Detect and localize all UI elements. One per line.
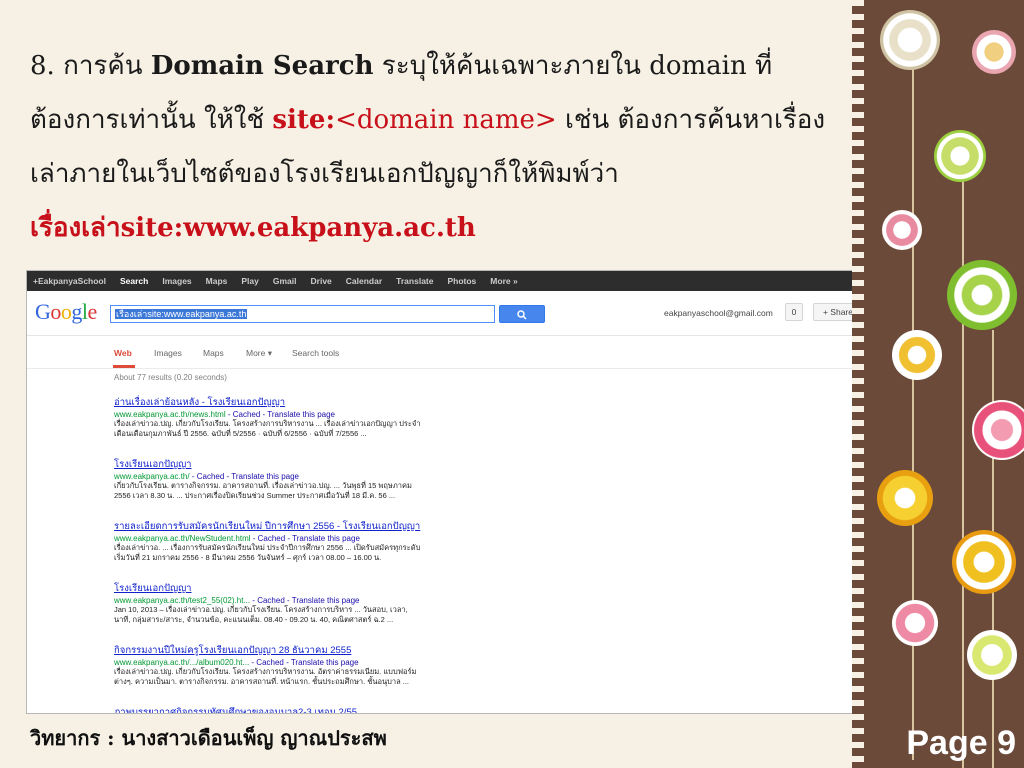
flower-circle [972, 30, 1016, 74]
tab-search-tools[interactable]: Search tools [292, 348, 339, 358]
google-logo[interactable]: Google [35, 299, 97, 325]
search-result: ภาพบรรยากาศกิจกรรมทัศนศึกษาของอนุบาล2-3 … [114, 705, 534, 713]
search-query-text: เรื่องเล่าsite:www.eakpanya.ac.th [115, 309, 248, 319]
flower-stem [912, 60, 914, 760]
result-snippet: เดือนเดือนกุมภาพันธ์ ปี 2556. ฉบับที่ 5/… [114, 429, 367, 439]
site-operator: site: [272, 105, 336, 135]
result-title-link[interactable]: รายละเอียดการรับสมัครนักเรียนใหม่ ปีการศ… [114, 519, 534, 534]
search-result: รายละเอียดการรับสมัครนักเรียนใหม่ ปีการศ… [114, 519, 534, 581]
result-url: www.eakpanya.ac.th/NewStudent.html - Cac… [114, 534, 360, 543]
flower-circle [952, 530, 1016, 594]
result-stats: About 77 results (0.20 seconds) [114, 373, 227, 382]
gbar-item-translate[interactable]: Translate [396, 276, 433, 286]
flower-circle [892, 600, 938, 646]
result-snippet: เกี่ยวกับโรงเรียน. ตารางกิจกรรม. อาคารสถ… [114, 481, 412, 490]
presenter-credit: วิทยากร : นางสาวเดือนเพ็ญ ญาณประสพ [30, 726, 387, 750]
result-cached-link[interactable]: - Cached - Translate this page [251, 534, 360, 543]
flower-circle [934, 130, 986, 182]
gbar-item-images[interactable]: Images [162, 276, 191, 286]
gbar-item-more[interactable]: More » [490, 276, 517, 286]
line1-suffix: ระบุให้ค้นเฉพาะภายใน domain ที่ [373, 51, 773, 81]
slide-line-3: เล่าภายในเว็บไซต์ของโรงเรียนเอกปัญญาก็ให… [30, 159, 619, 189]
slide-example-query: เรื่องเล่าsite:www.eakpanya.ac.th [30, 213, 476, 243]
tab-more[interactable]: More ▾ [246, 348, 272, 359]
result-snippet: นาที, กลุ่มสาระ/สาระ, จำนวนข้อ, คะแนนเต็… [114, 615, 394, 625]
page-number: Page 9 [906, 724, 1016, 762]
google-search-screenshot: +EakpanyaSchool Search Images Maps Play … [26, 270, 934, 714]
result-snippet: เรื่องเล่าข่าวอ.ปญ. เกี่ยวกับโรงเรียน. โ… [114, 419, 421, 428]
search-button[interactable] [499, 305, 545, 323]
slide-line-1: 8. การค้น Domain Search ระบุให้ค้นเฉพาะภ… [30, 48, 850, 102]
result-url: www.eakpanya.ac.th/news.html - Cached - … [114, 410, 335, 419]
domain-search-term: Domain Search [150, 51, 374, 81]
gbar-item-drive[interactable]: Drive [311, 276, 332, 286]
result-title-link[interactable]: อ่านเรื่องเล่าย้อนหลัง - โรงเรียนเอกปัญญ… [114, 395, 534, 410]
result-snippet: เรื่องเล่าข่าวอ.ปญ. เกี่ยวกับโรงเรียน. โ… [114, 667, 417, 676]
result-title-link[interactable]: ภาพบรรยากาศกิจกรรมทัศนศึกษาของอนุบาล2-3 … [114, 705, 534, 713]
gbar-item-play[interactable]: Play [241, 276, 259, 286]
line2-suffix: เช่น ต้องการค้นหาเรื่อง [556, 105, 826, 135]
tabs-divider [27, 368, 933, 369]
result-snippet: 2556 เวลา 8.30 น. ... ประกาศเรื่องปิดเรี… [114, 491, 396, 501]
result-url: www.eakpanya.ac.th/ - Cached - Translate… [114, 472, 299, 481]
search-input[interactable]: เรื่องเล่าsite:www.eakpanya.ac.th [110, 305, 495, 323]
flower-circle [972, 400, 1024, 460]
flower-circle [892, 330, 942, 380]
flower-circle [877, 470, 933, 526]
flower-circle [947, 260, 1017, 330]
flower-circle [967, 630, 1017, 680]
line1-prefix: 8. การค้น [30, 51, 151, 81]
search-tabs: Web Images Maps More ▾ Search tools ⚙ [27, 336, 933, 368]
result-cached-link[interactable]: - Cached - Translate this page [190, 472, 299, 481]
search-result: กิจกรรมงานปีใหม่ครูโรงเรียนเอกปัญญา 28 ธ… [114, 643, 534, 705]
gbar-item-gmail[interactable]: Gmail [273, 276, 297, 286]
search-result: โรงเรียนเอกปัญญา www.eakpanya.ac.th/ - C… [114, 457, 534, 519]
flower-circle [882, 210, 922, 250]
gbar-item-photos[interactable]: Photos [447, 276, 476, 286]
gbar-item-profile[interactable]: +EakpanyaSchool [33, 276, 106, 286]
result-title-link[interactable]: กิจกรรมงานปีใหม่ครูโรงเรียนเอกปัญญา 28 ธ… [114, 643, 534, 658]
torn-edge-decoration [852, 0, 864, 768]
results-list: อ่านเรื่องเล่าย้อนหลัง - โรงเรียนเอกปัญญ… [114, 395, 534, 713]
gbar-item-calendar[interactable]: Calendar [346, 276, 382, 286]
result-url: www.eakpanya.ac.th/test2_55(02).ht... - … [114, 596, 360, 605]
domain-placeholder: <domain name> [335, 105, 557, 135]
result-cached-link[interactable]: - Cached - Translate this page [226, 410, 335, 419]
result-title-link[interactable]: โรงเรียนเอกปัญญา [114, 581, 534, 596]
result-snippet: เรื่องเล่าข่าวอ. ... เรื่องการรับสมัครนั… [114, 543, 421, 552]
tab-web[interactable]: Web [114, 348, 132, 358]
flower-stem [962, 150, 964, 768]
result-snippet: เริ่มวันที่ 21 มกราคม 2556 - 8 มีนาคม 25… [114, 553, 382, 563]
result-snippet: ต่างๆ. ความเป็นมา. ตารางกิจกรรม. อาคารสถ… [114, 677, 410, 687]
tab-images[interactable]: Images [154, 348, 182, 358]
tab-maps[interactable]: Maps [203, 348, 224, 358]
decorative-panel [852, 0, 1024, 768]
gbar-item-search[interactable]: Search [120, 276, 148, 286]
flower-circle [880, 10, 940, 70]
account-email[interactable]: eakpanyaschool@gmail.com [664, 308, 773, 318]
slide-text: 8. การค้น Domain Search ระบุให้ค้นเฉพาะภ… [30, 48, 850, 264]
search-result: โรงเรียนเอกปัญญา www.eakpanya.ac.th/test… [114, 581, 534, 643]
result-cached-link[interactable]: - Cached - Translate this page [250, 596, 359, 605]
notification-count[interactable]: 0 [785, 303, 803, 321]
result-url: www.eakpanya.ac.th/.../album020.ht... - … [114, 658, 359, 667]
search-result: อ่านเรื่องเล่าย้อนหลัง - โรงเรียนเอกปัญญ… [114, 395, 534, 457]
line2-prefix: ต้องการเท่านั้น ให้ใช้ [30, 105, 273, 135]
gbar-item-maps[interactable]: Maps [206, 276, 228, 286]
search-icon [517, 310, 527, 320]
result-title-link[interactable]: โรงเรียนเอกปัญญา [114, 457, 534, 472]
slide-line-2: ต้องการเท่านั้น ให้ใช้ site:<domain name… [30, 102, 850, 156]
result-snippet: Jan 10, 2013 – เรื่องเล่าข่าวอ.ปญ. เกี่ย… [114, 605, 408, 614]
result-cached-link[interactable]: - Cached - Translate this page [249, 658, 358, 667]
google-top-bar: +EakpanyaSchool Search Images Maps Play … [27, 271, 933, 291]
